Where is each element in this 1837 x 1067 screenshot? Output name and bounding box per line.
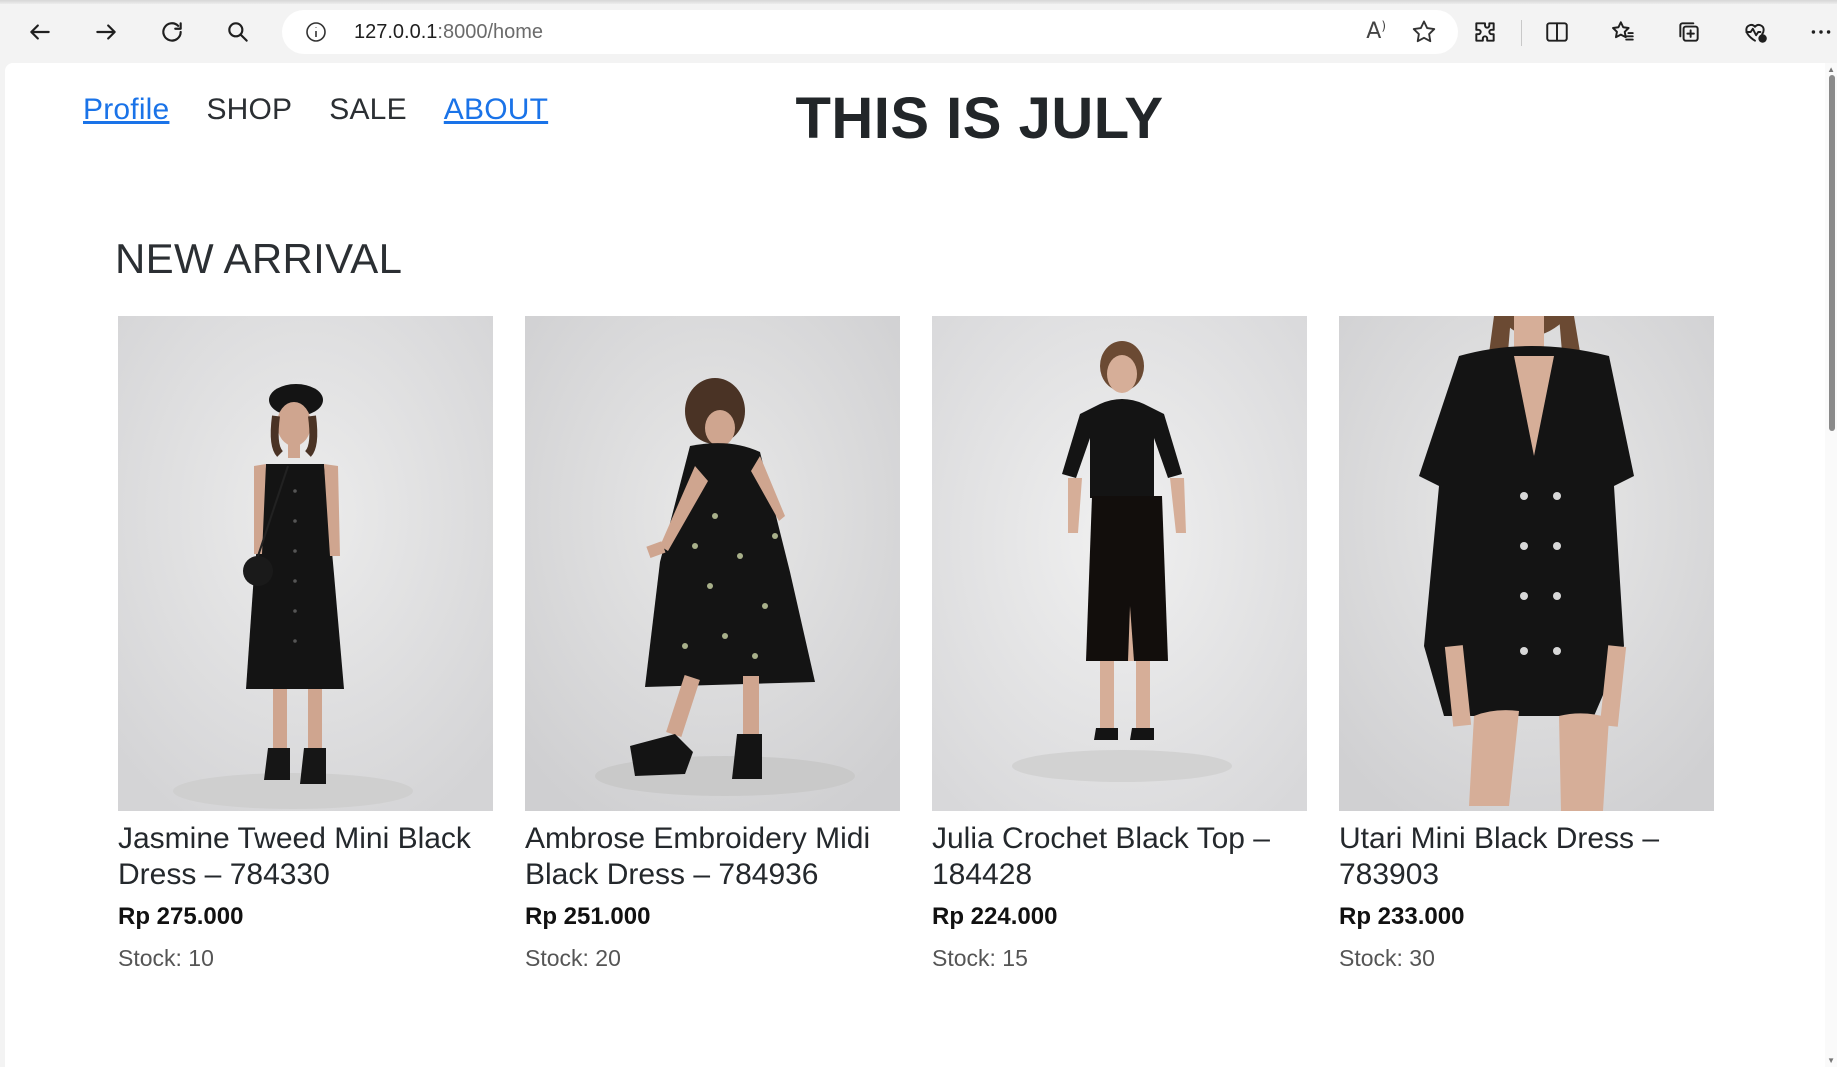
product-price: Rp 275.000 [118, 903, 244, 930]
product-photo-dress-4 [1339, 316, 1714, 811]
extensions-icon [1475, 22, 1495, 42]
browser-essentials-button[interactable] [1737, 14, 1773, 50]
product-photo-top-3 [932, 316, 1307, 811]
url-path: :8000/home [437, 21, 544, 43]
favorite-star-icon[interactable] [1410, 18, 1438, 46]
product-photo-dress-1 [118, 316, 493, 811]
url-text[interactable]: 127.0.0.1:8000/home [354, 21, 543, 44]
more-icon [1811, 30, 1831, 34]
product-price: Rp 224.000 [932, 903, 1058, 930]
product-card[interactable]: Jasmine Tweed Mini Black Dress – 784330 … [118, 316, 493, 972]
split-screen-icon [1546, 22, 1568, 42]
page-viewport: Profile SHOP SALE ABOUT THIS IS JULY NEW… [5, 63, 1837, 1067]
product-photo-dress-2 [525, 316, 900, 811]
forward-button[interactable] [88, 14, 124, 50]
brand-title: THIS IS JULY [795, 86, 1164, 151]
product-name[interactable]: Ambrose Embroidery Midi Black Dress – 78… [525, 821, 900, 893]
extensions-button[interactable] [1467, 14, 1503, 50]
product-stock: Stock: 10 [118, 945, 214, 971]
url-host: 127.0.0.1 [354, 21, 438, 43]
product-photo[interactable] [118, 316, 493, 811]
product-price: Rp 233.000 [1339, 903, 1465, 930]
product-grid: Jasmine Tweed Mini Black Dress – 784330 … [118, 316, 1714, 972]
browser-toolbar: 127.0.0.1:8000/home A) [0, 0, 1837, 63]
search-icon [228, 22, 248, 42]
scroll-down-arrow-icon[interactable]: ▼ [1827, 1056, 1835, 1065]
forward-icon [96, 24, 116, 40]
product-stock: Stock: 30 [1339, 945, 1435, 971]
product-name[interactable]: Julia Crochet Black Top – 184428 [932, 821, 1307, 893]
refresh-icon [162, 22, 182, 42]
read-aloud-glyph: A [1366, 19, 1382, 44]
search-button[interactable] [220, 14, 256, 50]
product-price: Rp 251.000 [525, 903, 651, 930]
window-top-edge [0, 0, 1837, 4]
product-name[interactable]: Utari Mini Black Dress – 783903 [1339, 821, 1714, 893]
vertical-scrollbar[interactable]: ▲ ▼ [1825, 63, 1837, 1067]
product-stock: Stock: 20 [525, 945, 621, 971]
product-stock: Stock: 15 [932, 945, 1028, 971]
favorites-button[interactable] [1605, 14, 1641, 50]
address-bar[interactable]: 127.0.0.1:8000/home A) [282, 10, 1458, 54]
section-title: NEW ARRIVAL [115, 235, 403, 282]
back-button[interactable] [22, 14, 58, 50]
refresh-button[interactable] [154, 14, 190, 50]
product-name[interactable]: Jasmine Tweed Mini Black Dress – 784330 [118, 821, 493, 893]
browser-essentials-icon [1745, 24, 1767, 43]
toolbar-divider [1521, 20, 1522, 46]
back-icon [30, 24, 50, 40]
more-button[interactable] [1803, 14, 1837, 50]
product-card[interactable]: Julia Crochet Black Top – 184428 Rp 224.… [932, 316, 1307, 972]
product-card[interactable]: Ambrose Embroidery Midi Black Dress – 78… [525, 316, 900, 972]
scroll-up-arrow-icon[interactable]: ▲ [1827, 65, 1835, 74]
collections-icon [1679, 22, 1699, 42]
scrollbar-thumb[interactable] [1829, 75, 1835, 431]
favorites-icon [1612, 21, 1634, 41]
collections-button[interactable] [1671, 14, 1707, 50]
product-photo[interactable] [932, 316, 1307, 811]
product-card[interactable]: Utari Mini Black Dress – 783903 Rp 233.0… [1339, 316, 1714, 972]
site-info-icon[interactable] [304, 20, 328, 44]
read-aloud-icon[interactable]: A) [1366, 19, 1386, 44]
product-photo[interactable] [1339, 316, 1714, 811]
product-photo[interactable] [525, 316, 900, 811]
split-screen-button[interactable] [1539, 14, 1575, 50]
